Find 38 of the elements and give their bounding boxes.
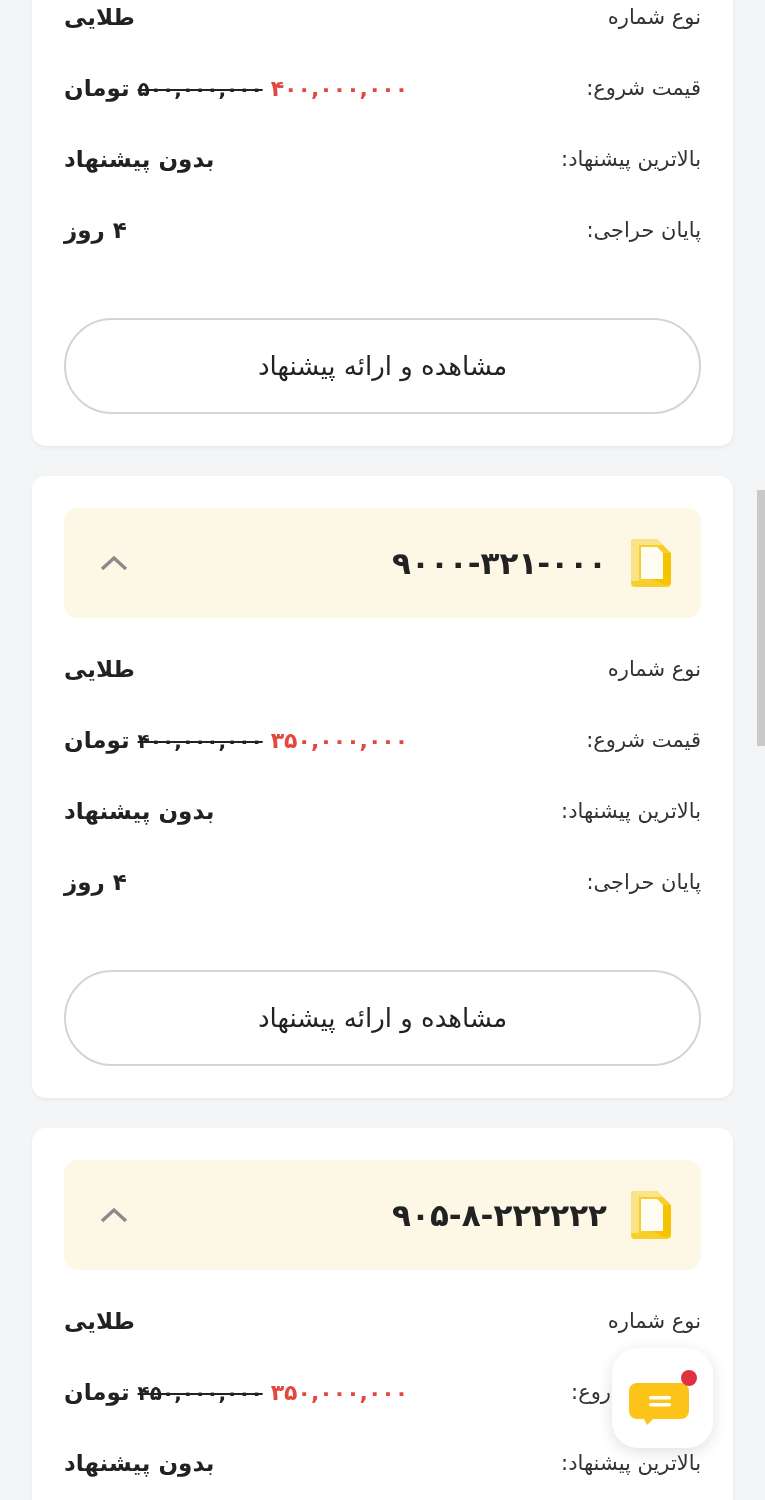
- field-label: قیمت شروع:: [586, 726, 701, 754]
- field-value: بدون پیشنهاد: [64, 145, 215, 175]
- field-value: ۴ روز: [64, 216, 127, 246]
- currency-label: تومان: [64, 1378, 130, 1408]
- sale-price: ۳۵۰,۰۰۰,۰۰۰: [270, 727, 409, 755]
- field-label: پایان حراجی:: [586, 868, 701, 896]
- sim-card-icon: [629, 1189, 673, 1241]
- currency-label: تومان: [64, 726, 130, 756]
- sale-price: ۴۰۰,۰۰۰,۰۰۰: [270, 75, 409, 103]
- field-label: بالاترین پیشنهاد:: [561, 145, 701, 173]
- sale-price: ۳۵۰,۰۰۰,۰۰۰: [270, 1379, 409, 1407]
- sim-card-icon: [629, 537, 673, 589]
- field-label: نوع شماره: [607, 3, 701, 31]
- chevron-up-icon[interactable]: [100, 1207, 128, 1223]
- field-label: پایان حراجی:: [586, 216, 701, 244]
- original-price: ۵۰۰,۰۰۰,۰۰۰: [137, 75, 263, 103]
- field-label: بالاترین پیشنهاد:: [561, 1449, 701, 1477]
- currency-label: تومان: [64, 74, 130, 104]
- field-label: نوع شماره: [607, 1307, 701, 1335]
- field-label: روع:: [571, 1378, 611, 1406]
- field-value: بدون پیشنهاد: [64, 797, 215, 827]
- phone-number: ۹۰۵-۸-۲۲۲۲۲۲: [392, 1195, 607, 1235]
- original-price: ۴۰۰,۰۰۰,۰۰۰: [137, 727, 263, 755]
- view-offer-button[interactable]: مشاهده و ارائه پیشنهاد: [64, 970, 701, 1066]
- field-value: بدون پیشنهاد: [64, 1449, 215, 1479]
- view-offer-button[interactable]: مشاهده و ارائه پیشنهاد: [64, 318, 701, 414]
- field-value: ۴ روز: [64, 868, 127, 898]
- field-value: طلایی: [64, 3, 136, 33]
- field-label: قیمت شروع:: [586, 74, 701, 102]
- field-value: طلایی: [64, 1307, 136, 1337]
- field-label: بالاترین پیشنهاد:: [561, 797, 701, 825]
- scrollbar[interactable]: [757, 490, 765, 746]
- chat-button[interactable]: [612, 1348, 713, 1448]
- original-price: ۴۵۰,۰۰۰,۰۰۰: [137, 1379, 263, 1407]
- chevron-up-icon[interactable]: [100, 555, 128, 571]
- phone-number: ۹۰۰۰-۳۲۱-۰۰۰: [392, 543, 607, 583]
- field-value: طلایی: [64, 655, 136, 685]
- field-label: نوع شماره: [607, 655, 701, 683]
